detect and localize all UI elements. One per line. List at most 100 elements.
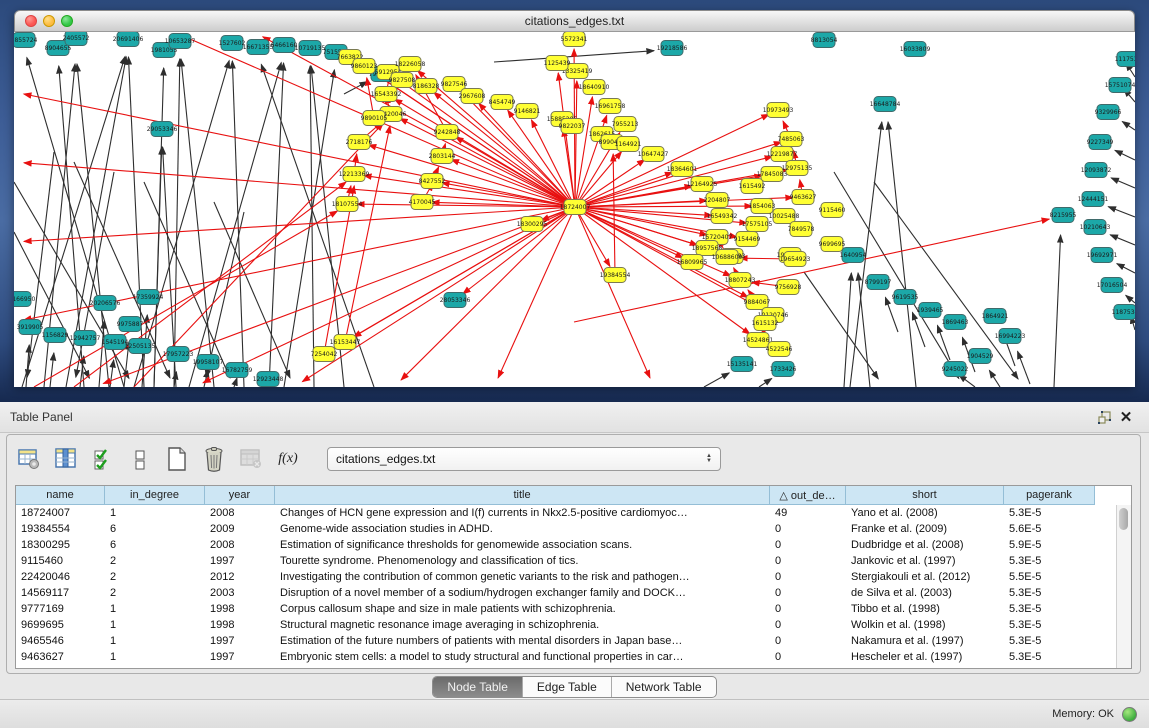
graph-node[interactable]: 18226058 bbox=[395, 57, 426, 72]
graph-node[interactable]: 12505135 bbox=[125, 339, 156, 354]
graph-node[interactable]: 16782759 bbox=[222, 363, 253, 378]
graph-node[interactable]: 16153447 bbox=[330, 335, 361, 350]
graph-node[interactable]: 18300295 bbox=[517, 217, 548, 232]
graph-node[interactable]: 12942757 bbox=[70, 331, 101, 346]
column-header[interactable]: name bbox=[16, 486, 105, 505]
table-row[interactable]: 1938455462009Genome-wide association stu… bbox=[16, 521, 1131, 537]
graph-node[interactable]: 9329966 bbox=[1095, 105, 1122, 120]
zoom-traffic-light-icon[interactable] bbox=[61, 15, 73, 27]
graph-node[interactable]: 9115460 bbox=[819, 203, 846, 218]
table-row[interactable]: 946362711997Embryonic stem cells: a mode… bbox=[16, 649, 1131, 665]
graph-node[interactable]: 5572341 bbox=[561, 32, 588, 47]
graph-node[interactable]: 12923448 bbox=[253, 372, 284, 387]
table-row[interactable]: 1872400712008Changes of HCN gene express… bbox=[16, 505, 1131, 521]
node-table[interactable]: namein_degreeyeartitle△ out_de…shortpage… bbox=[15, 485, 1132, 669]
graph-node[interactable]: 2967608 bbox=[459, 89, 486, 104]
table-scrollbar[interactable] bbox=[1116, 505, 1131, 668]
graph-node[interactable]: 9822037 bbox=[559, 119, 586, 134]
graph-node[interactable]: 8454749 bbox=[489, 95, 516, 110]
column-header[interactable]: short bbox=[846, 486, 1004, 505]
graph-node[interactable]: 12975135 bbox=[782, 161, 813, 176]
function-builder-icon[interactable]: f(x) bbox=[274, 445, 302, 473]
graph-node[interactable]: 1125439 bbox=[544, 56, 571, 71]
graph-node[interactable]: 2803144 bbox=[429, 149, 456, 164]
graph-node[interactable]: 4170045 bbox=[409, 195, 436, 210]
graph-node[interactable]: 9827508 bbox=[389, 73, 416, 88]
new-table-icon[interactable] bbox=[163, 445, 191, 473]
graph-node[interactable]: 18724007 bbox=[560, 200, 591, 215]
graph-node[interactable]: 16033809 bbox=[900, 42, 931, 57]
column-header[interactable]: △ out_de… bbox=[770, 486, 846, 505]
graph-node[interactable]: 3919905 bbox=[17, 320, 44, 335]
graph-node[interactable]: 18107554 bbox=[332, 197, 363, 212]
table-row[interactable]: 1456911722003Disruption of a novel membe… bbox=[16, 585, 1131, 601]
close-panel-icon[interactable]: ✕ bbox=[1115, 406, 1137, 428]
graph-node[interactable]: 16549342 bbox=[707, 209, 738, 224]
table-row[interactable]: 911546021997Tourette syndrome. Phenomeno… bbox=[16, 553, 1131, 569]
graph-node[interactable]: 16648784 bbox=[870, 97, 901, 112]
graph-node[interactable]: 10647427 bbox=[638, 147, 669, 162]
select-all-icon[interactable] bbox=[89, 445, 117, 473]
graph-node[interactable]: 1855724 bbox=[14, 33, 38, 48]
graph-node[interactable]: 9463627 bbox=[790, 190, 817, 205]
column-header[interactable]: in_degree bbox=[105, 486, 205, 505]
table-row[interactable]: 977716911998Corpus callosum shape and si… bbox=[16, 601, 1131, 617]
tab-network-table[interactable]: Network Table bbox=[611, 677, 716, 697]
minimize-traffic-light-icon[interactable] bbox=[43, 15, 55, 27]
graph-node[interactable]: 7254042 bbox=[311, 347, 338, 362]
table-row[interactable]: 969969511998Structural magnetic resonanc… bbox=[16, 617, 1131, 633]
graph-node[interactable]: 15751074 bbox=[1105, 78, 1135, 93]
graph-node[interactable]: 6466160 bbox=[271, 38, 298, 53]
graph-node[interactable]: 8427552 bbox=[419, 174, 446, 189]
graph-node[interactable]: 8813054 bbox=[811, 33, 838, 48]
graph-node[interactable]: 16809965 bbox=[677, 255, 708, 270]
tab-node-table[interactable]: Node Table bbox=[433, 677, 522, 697]
graph-node[interactable]: 16671355 bbox=[243, 40, 274, 55]
graph-node[interactable]: 1527602 bbox=[219, 36, 246, 51]
graph-node[interactable]: 17359924 bbox=[133, 290, 164, 305]
graph-node[interactable]: 16543392 bbox=[371, 87, 402, 102]
table-mode-icon[interactable] bbox=[15, 445, 43, 473]
graph-node[interactable]: 1854063 bbox=[749, 199, 776, 214]
graph-node[interactable]: 9154469 bbox=[734, 232, 761, 247]
graph-node[interactable]: 12219877 bbox=[767, 147, 798, 162]
delete-column-icon[interactable] bbox=[200, 445, 228, 473]
graph-node[interactable]: 19654923 bbox=[780, 252, 811, 267]
graph-node[interactable]: 1640954 bbox=[840, 248, 867, 263]
column-header[interactable]: pagerank bbox=[1004, 486, 1095, 505]
graph-node[interactable]: 9890105 bbox=[361, 111, 388, 126]
graph-node[interactable]: 16961758 bbox=[595, 99, 626, 114]
scrollbar-thumb[interactable] bbox=[1119, 508, 1128, 530]
graph-node[interactable]: 10210643 bbox=[1080, 220, 1111, 235]
graph-node[interactable]: 1615132 bbox=[752, 316, 779, 331]
graph-node[interactable]: 9699695 bbox=[819, 237, 846, 252]
graph-node[interactable]: 12164925 bbox=[687, 177, 718, 192]
graph-node[interactable]: 4522546 bbox=[766, 342, 793, 357]
column-header[interactable]: title bbox=[275, 486, 770, 505]
graph-node[interactable]: 10653287 bbox=[165, 34, 196, 49]
graph-node[interactable]: 9146821 bbox=[514, 104, 541, 119]
graph-node[interactable]: 16994223 bbox=[995, 329, 1026, 344]
graph-node[interactable]: 1187534 bbox=[1112, 305, 1135, 320]
graph-node[interactable]: 10973493 bbox=[763, 103, 794, 118]
graph-node[interactable]: 7849578 bbox=[788, 222, 815, 237]
graph-node[interactable]: 17957223 bbox=[163, 347, 194, 362]
table-row[interactable]: 1830029562008Estimation of significance … bbox=[16, 537, 1131, 553]
graph-node[interactable]: 1164921 bbox=[615, 137, 642, 152]
graph-node[interactable]: 2405572 bbox=[63, 32, 90, 46]
graph-node[interactable]: 15135141 bbox=[727, 357, 758, 372]
graph-node[interactable]: 2718176 bbox=[346, 135, 373, 150]
graph-node[interactable]: 9756928 bbox=[775, 280, 802, 295]
graph-node[interactable]: 9619535 bbox=[892, 290, 919, 305]
graph-node[interactable]: 12093872 bbox=[1081, 163, 1112, 178]
graph-node[interactable]: 12444151 bbox=[1078, 192, 1109, 207]
graph-node[interactable]: 1869463 bbox=[942, 315, 969, 330]
float-window-icon[interactable] bbox=[1093, 406, 1115, 428]
graph-node[interactable]: 1156829 bbox=[42, 328, 69, 343]
column-header[interactable]: year bbox=[205, 486, 275, 505]
graph-node[interactable]: 25166950 bbox=[14, 292, 35, 307]
graph-node[interactable]: 19218586 bbox=[657, 41, 688, 56]
network-canvas[interactable]: 1855724890465524055722069140619810551065… bbox=[14, 32, 1135, 387]
tab-edge-table[interactable]: Edge Table bbox=[522, 677, 611, 697]
graph-node[interactable]: 8215955 bbox=[1050, 208, 1077, 223]
